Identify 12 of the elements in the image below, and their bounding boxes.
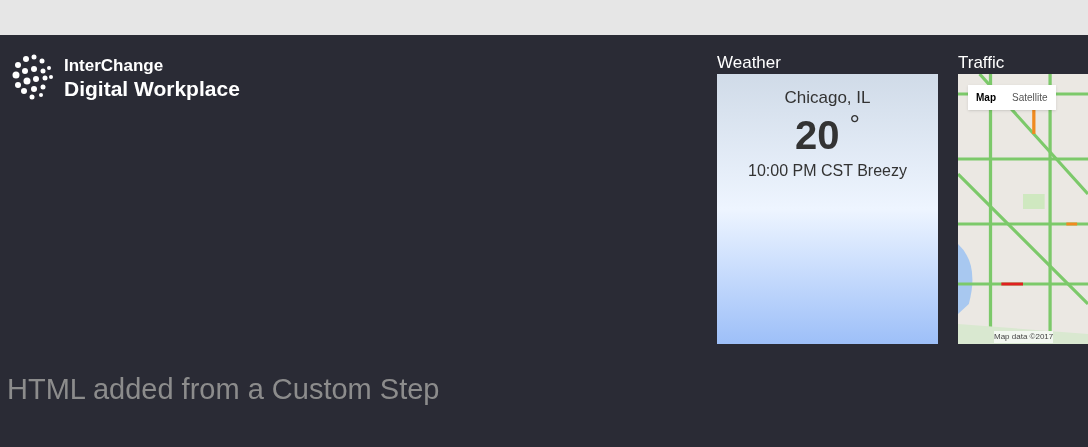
degree-symbol: °: [849, 110, 860, 137]
custom-html-text: HTML added from a Custom Step: [7, 373, 440, 405]
city: Chicago, IL: [784, 87, 871, 109]
logo-title: InterChange: [64, 55, 165, 77]
conditions: 10:00 PM CST Breezy: [748, 160, 907, 181]
weather-title: Weather: [717, 52, 782, 74]
map-type-tab[interactable]: Map: [968, 85, 1004, 110]
map-attribution: Map data ©2017: [994, 331, 1054, 343]
logo-subtitle: Digital Workplace: [64, 76, 240, 103]
temperature: 20: [795, 111, 840, 159]
map-type-tab[interactable]: Satellite: [1004, 85, 1056, 110]
traffic-title: Traffic: [958, 52, 1006, 74]
